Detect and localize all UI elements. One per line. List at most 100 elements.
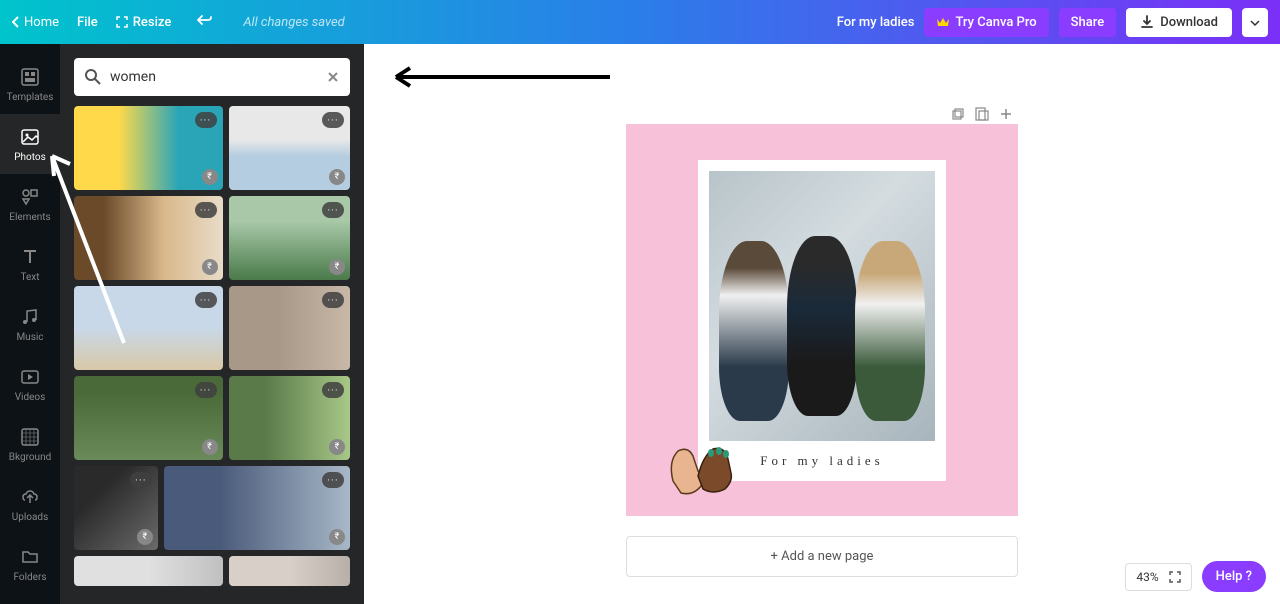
download-label: Download — [1160, 15, 1218, 30]
hands-graphic[interactable] — [653, 421, 753, 511]
background-icon — [19, 426, 41, 448]
search-box — [74, 58, 350, 96]
main-area: Templates Photos Elements Text Music Vid… — [0, 44, 1280, 604]
photo-thumb[interactable]: ··· — [229, 286, 351, 370]
rail-folders[interactable]: Folders — [0, 534, 60, 594]
search-input[interactable] — [102, 69, 326, 85]
elements-icon — [19, 186, 41, 208]
rail-music[interactable]: Music — [0, 294, 60, 354]
topbar-right: For my ladies Try Canva Pro Share Downlo… — [837, 8, 1268, 37]
document-title[interactable]: For my ladies — [837, 15, 915, 30]
home-label: Home — [24, 15, 59, 30]
rail-label: Videos — [15, 392, 46, 403]
fullscreen-icon[interactable] — [1169, 571, 1181, 583]
rail-label: Uploads — [12, 512, 48, 523]
chevron-down-icon — [1250, 20, 1260, 26]
bottom-bar: 43% Help ? — [1125, 561, 1266, 592]
zoom-control[interactable]: 43% — [1125, 563, 1191, 591]
main-photo[interactable] — [709, 171, 935, 441]
thumb-more-icon[interactable]: ··· — [130, 472, 152, 488]
price-badge: ₹ — [329, 529, 345, 545]
person-illustration — [719, 241, 789, 421]
text-icon — [19, 246, 41, 268]
price-badge: ₹ — [329, 169, 345, 185]
share-button[interactable]: Share — [1059, 8, 1117, 37]
thumb-more-icon[interactable]: ··· — [195, 382, 217, 398]
home-button[interactable]: Home — [12, 15, 59, 30]
price-badge: ₹ — [329, 439, 345, 455]
person-illustration — [855, 241, 925, 421]
photo-thumb[interactable]: ··· ₹ — [164, 466, 350, 550]
copy-page-icon[interactable] — [950, 106, 966, 126]
file-menu[interactable]: File — [77, 15, 98, 30]
rail-photos[interactable]: Photos — [0, 114, 60, 174]
uploads-icon — [19, 486, 41, 508]
price-badge: ₹ — [137, 529, 153, 545]
videos-icon — [19, 366, 41, 388]
undo-icon — [195, 13, 213, 27]
photo-thumb[interactable] — [229, 556, 351, 586]
add-page-button[interactable]: + Add a new page — [626, 536, 1018, 577]
thumb-more-icon[interactable]: ··· — [322, 472, 344, 488]
thumb-more-icon[interactable]: ··· — [322, 202, 344, 218]
photo-thumb[interactable]: ··· ₹ — [229, 106, 351, 190]
photo-grid: ··· ₹ ··· ₹ ··· ₹ ··· ₹ ··· ··· ··· ₹ ··· ₹ ··… — [60, 106, 364, 604]
photo-thumb[interactable]: ··· ₹ — [229, 196, 351, 280]
person-illustration — [787, 236, 857, 416]
polaroid-frame[interactable]: For my ladies — [698, 160, 946, 481]
thumb-more-icon[interactable]: ··· — [322, 292, 344, 308]
rail-label: Photos — [14, 152, 46, 163]
rail-label: Folders — [13, 572, 46, 583]
rail-label: Text — [20, 272, 39, 283]
try-pro-label: Try Canva Pro — [955, 15, 1036, 30]
photo-thumb[interactable]: ··· ₹ — [229, 376, 351, 460]
photos-icon — [19, 126, 41, 148]
canvas-area: For my ladies + Add a new page 43% — [364, 44, 1280, 604]
photo-thumb[interactable]: ··· ₹ — [74, 466, 158, 550]
top-bar: Home File Resize All changes saved For m… — [0, 0, 1280, 44]
thumb-more-icon[interactable]: ··· — [195, 112, 217, 128]
help-button[interactable]: Help ? — [1202, 561, 1266, 592]
clear-search-icon[interactable] — [326, 70, 340, 84]
duplicate-page-icon[interactable] — [974, 106, 990, 126]
thumb-more-icon[interactable]: ··· — [322, 382, 344, 398]
try-pro-button[interactable]: Try Canva Pro — [924, 8, 1048, 37]
rail-label: Elements — [9, 212, 50, 223]
add-page-icon[interactable] — [998, 106, 1014, 126]
photo-thumb[interactable]: ··· ₹ — [74, 106, 223, 190]
canvas-toolbar — [950, 106, 1014, 126]
thumb-more-icon[interactable]: ··· — [322, 112, 344, 128]
download-button[interactable]: Download — [1126, 8, 1232, 37]
rail-background[interactable]: Bkground — [0, 414, 60, 474]
templates-icon — [19, 66, 41, 88]
photo-thumb[interactable] — [74, 556, 223, 586]
folders-icon — [19, 546, 41, 568]
thumb-more-icon[interactable]: ··· — [195, 202, 217, 218]
topbar-left: Home File Resize All changes saved — [12, 13, 345, 31]
rail-uploads[interactable]: Uploads — [0, 474, 60, 534]
rail-templates[interactable]: Templates — [0, 54, 60, 114]
photo-thumb[interactable]: ··· — [74, 286, 223, 370]
resize-icon — [116, 16, 128, 28]
price-badge: ₹ — [329, 259, 345, 275]
undo-button[interactable] — [195, 13, 213, 31]
price-badge: ₹ — [202, 169, 218, 185]
search-icon — [84, 68, 102, 86]
zoom-value: 43% — [1136, 570, 1158, 584]
resize-label: Resize — [133, 15, 172, 30]
resize-menu[interactable]: Resize — [116, 15, 172, 30]
crown-icon — [936, 16, 950, 28]
rail-elements[interactable]: Elements — [0, 174, 60, 234]
rail-videos[interactable]: Videos — [0, 354, 60, 414]
price-badge: ₹ — [202, 259, 218, 275]
thumb-more-icon[interactable]: ··· — [195, 292, 217, 308]
save-status: All changes saved — [243, 15, 344, 30]
rail-text[interactable]: Text — [0, 234, 60, 294]
price-badge: ₹ — [202, 439, 218, 455]
photo-thumb[interactable]: ··· ₹ — [74, 376, 223, 460]
photos-panel: ··· ₹ ··· ₹ ··· ₹ ··· ₹ ··· ··· ··· ₹ ··· ₹ ··… — [60, 44, 364, 604]
photo-thumb[interactable]: ··· ₹ — [74, 196, 223, 280]
rail-label: Bkground — [9, 452, 52, 463]
design-canvas[interactable]: For my ladies — [626, 124, 1018, 516]
download-chevron[interactable] — [1242, 8, 1268, 37]
